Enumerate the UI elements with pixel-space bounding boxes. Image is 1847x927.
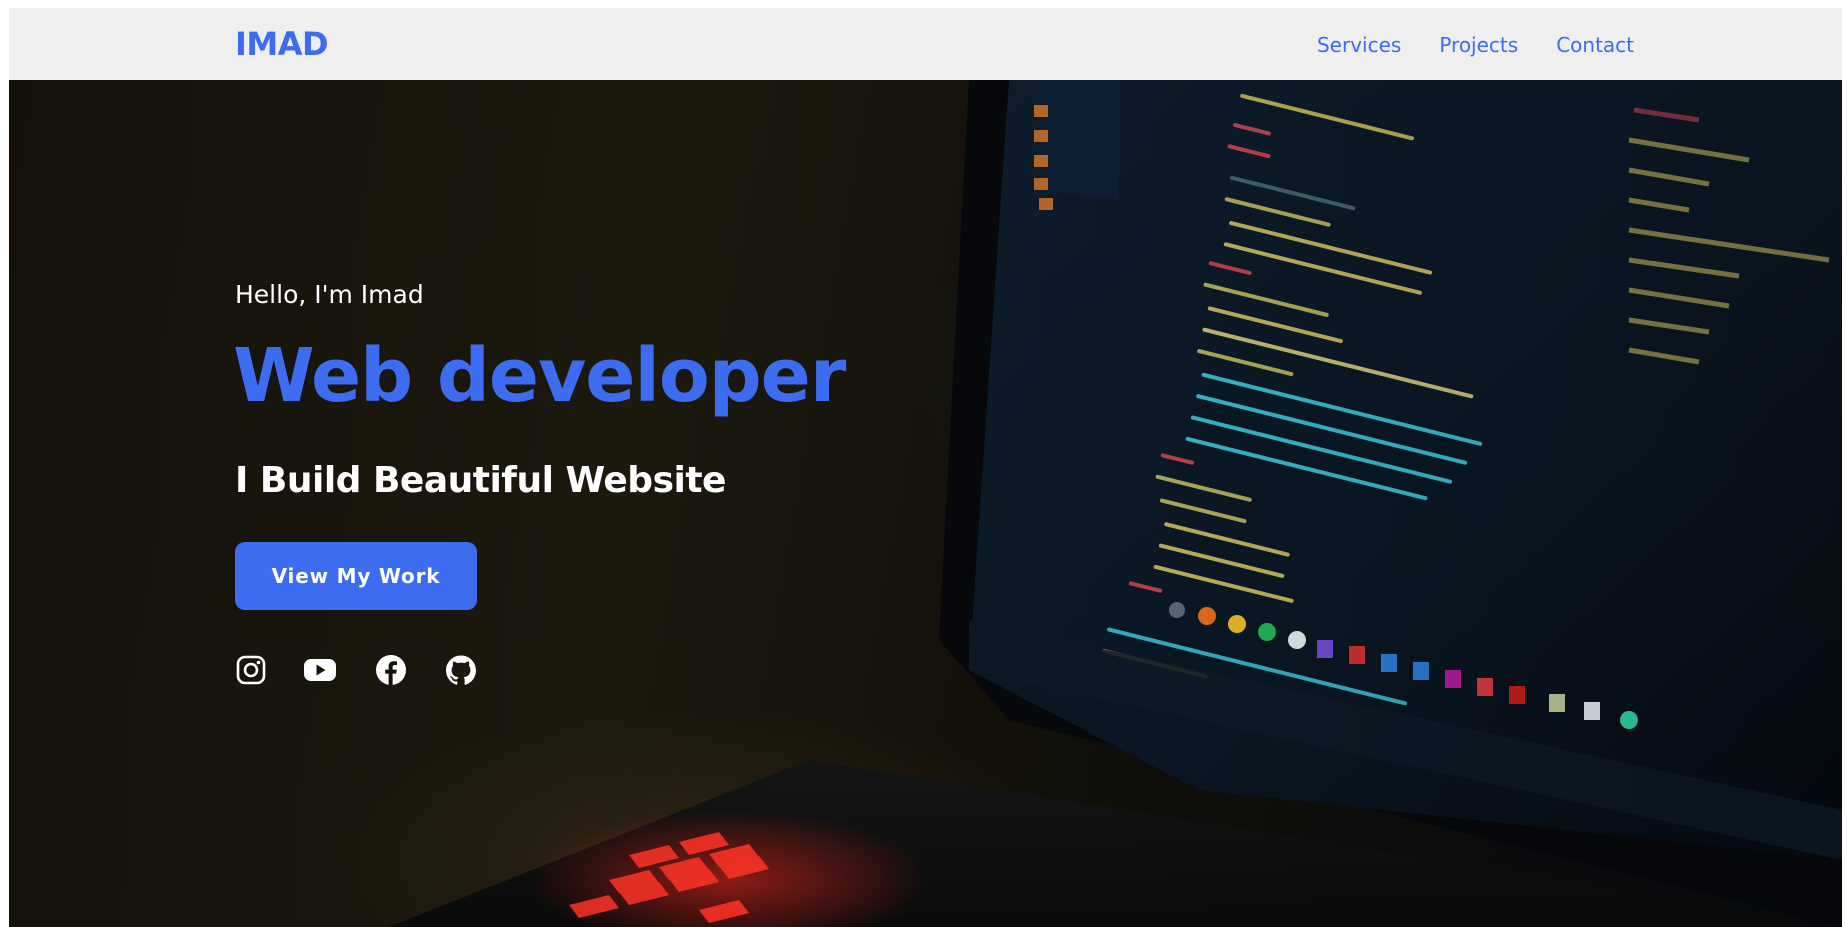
youtube-icon[interactable] bbox=[303, 654, 337, 686]
hero-section: Hello, I'm Imad Web developer I Build Be… bbox=[9, 80, 1842, 927]
instagram-icon[interactable] bbox=[235, 654, 267, 686]
view-my-work-button[interactable]: View My Work bbox=[235, 542, 477, 610]
github-icon[interactable] bbox=[445, 654, 477, 686]
nav-link-services[interactable]: Services bbox=[1317, 30, 1401, 60]
logo[interactable]: IMAD bbox=[235, 24, 329, 64]
hero-greeting: Hello, I'm Imad bbox=[235, 280, 424, 309]
nav-links: Services Projects Contact bbox=[1279, 30, 1634, 60]
hero-headline: Web developer bbox=[233, 333, 846, 419]
hero-subheadline: I Build Beautiful Website bbox=[235, 460, 726, 501]
nav-link-contact[interactable]: Contact bbox=[1556, 30, 1634, 60]
facebook-icon[interactable] bbox=[375, 654, 407, 686]
navbar: IMAD Services Projects Contact bbox=[9, 8, 1842, 80]
page-frame: IMAD Services Projects Contact Hello, I'… bbox=[9, 8, 1842, 927]
nav-link-projects[interactable]: Projects bbox=[1439, 30, 1518, 60]
